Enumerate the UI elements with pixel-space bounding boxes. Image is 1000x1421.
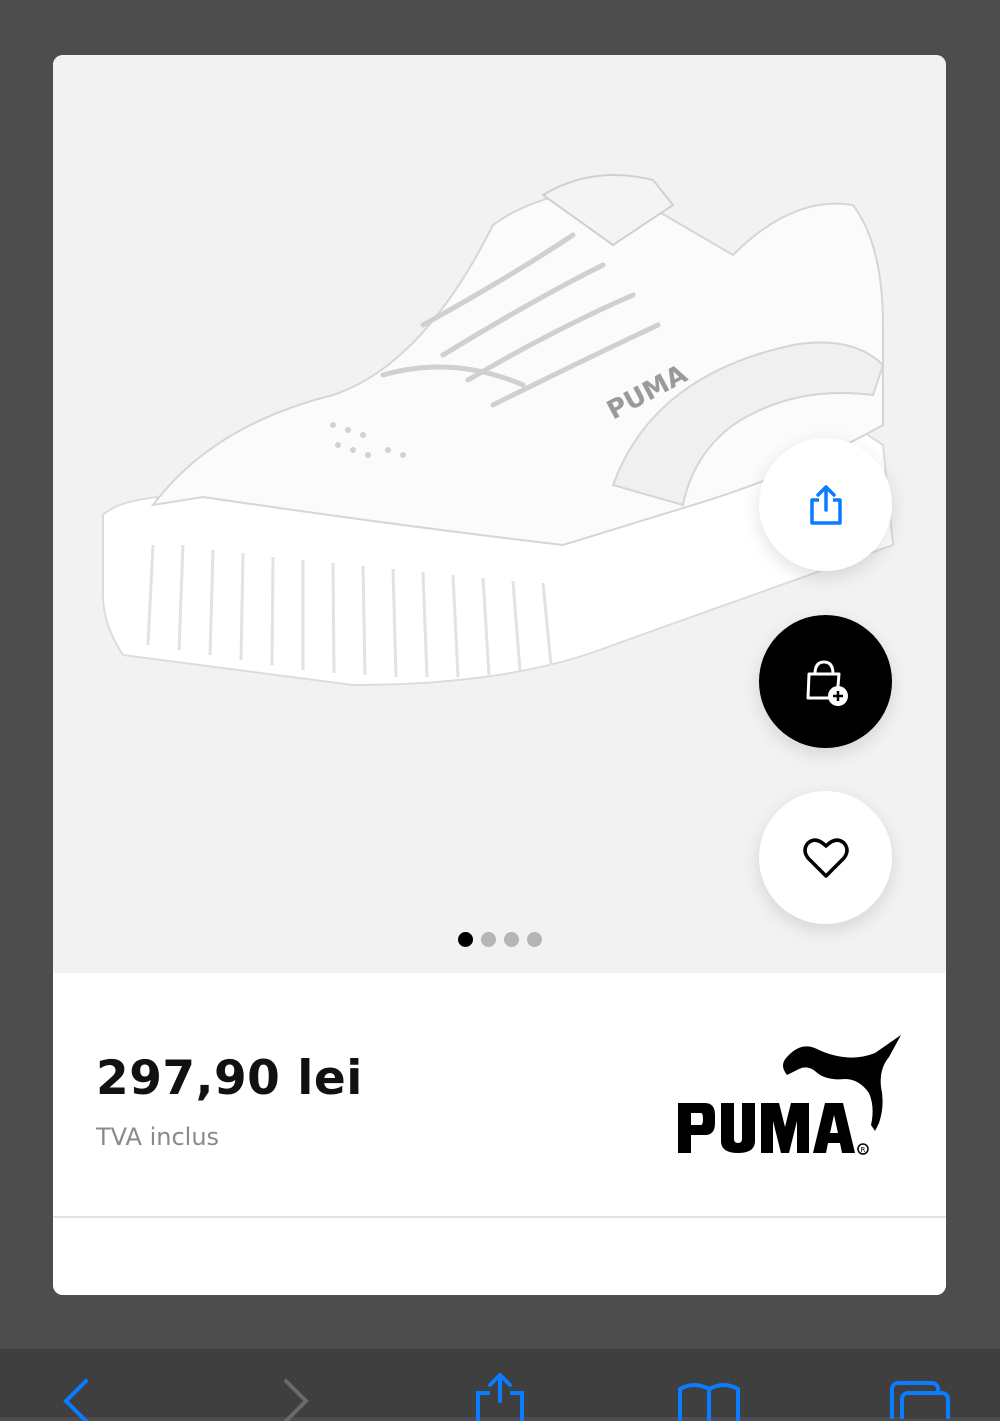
brand-logo[interactable]: R [675, 1035, 905, 1160]
bookmarks-icon[interactable] [676, 1381, 742, 1421]
product-card: PUMA 297,90 lei TVA inclus R [53, 55, 946, 1295]
vat-note: TVA inclus [96, 1123, 220, 1151]
add-to-bag-button[interactable] [759, 615, 892, 748]
forward-icon[interactable] [278, 1377, 314, 1421]
pagination-dot[interactable] [526, 932, 542, 947]
pagination-dot[interactable] [503, 932, 519, 947]
svg-text:R: R [861, 1146, 866, 1154]
bag-plus-icon [806, 659, 848, 706]
wishlist-button[interactable] [759, 791, 892, 924]
product-price: 297,90 lei [96, 1051, 363, 1106]
share-button[interactable] [759, 438, 892, 571]
heart-icon [802, 837, 849, 878]
back-icon[interactable] [58, 1377, 94, 1421]
product-info: 297,90 lei TVA inclus R [53, 973, 946, 1295]
tabs-icon[interactable] [888, 1379, 952, 1419]
browser-toolbar [0, 1349, 1000, 1421]
share-icon [809, 484, 842, 525]
divider [53, 1216, 946, 1218]
product-image-gallery[interactable]: PUMA [53, 55, 946, 973]
pagination-dot[interactable] [457, 932, 473, 947]
pagination-dot[interactable] [480, 932, 496, 947]
gallery-pagination [53, 932, 946, 947]
share-icon[interactable] [472, 1373, 528, 1421]
product-image[interactable]: PUMA [93, 125, 913, 695]
